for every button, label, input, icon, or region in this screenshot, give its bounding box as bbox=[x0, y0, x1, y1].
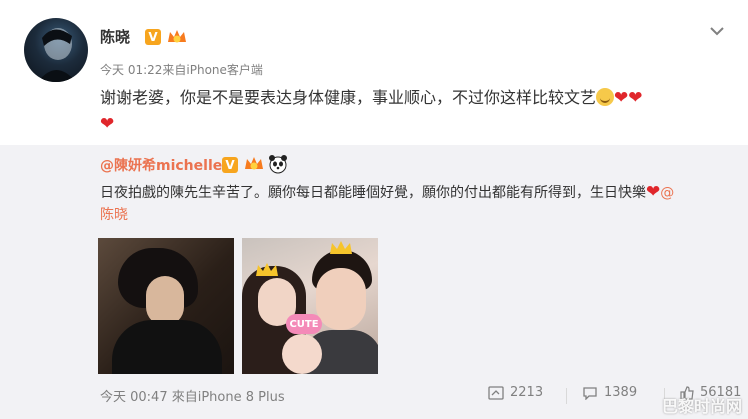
verified-v-icon: V bbox=[222, 157, 238, 173]
post-meta: 今天 01:22来自iPhone客户端 bbox=[100, 63, 263, 77]
repost-text: 日夜拍戲的陳先生辛苦了。願你每日都能睡個好覺，願你的付出都能有所得到，生日快樂❤… bbox=[100, 181, 730, 226]
heart-emoji-icon: ❤ bbox=[628, 88, 643, 108]
heart-emoji-icon: ❤ bbox=[614, 88, 629, 108]
comment-button[interactable]: 1389 bbox=[582, 385, 637, 400]
mention-at[interactable]: @ bbox=[660, 185, 674, 201]
watermark: 巴黎时尚网 bbox=[661, 397, 742, 416]
vip-crown-icon[interactable] bbox=[166, 28, 188, 46]
repost-text-body: 日夜拍戲的陳先生辛苦了。願你每日都能睡個好覺，願你的付出都能有所得到，生日快樂 bbox=[100, 185, 646, 201]
cute-sticker: CUTE bbox=[286, 314, 322, 334]
crown-sticker-icon bbox=[330, 241, 352, 254]
mention-link[interactable]: 陈晓 bbox=[100, 207, 128, 223]
verified-v-icon: V bbox=[145, 29, 161, 45]
repost-author[interactable]: @陳妍希michelle bbox=[100, 155, 222, 175]
vip-crown-icon[interactable] bbox=[243, 155, 265, 173]
comment-icon bbox=[583, 386, 597, 400]
heart-emoji-icon: ❤ bbox=[100, 114, 115, 134]
comment-count: 1389 bbox=[604, 385, 638, 400]
repost-meta: 今天 00:47 來自iPhone 8 Plus bbox=[100, 390, 285, 405]
chevron-down-icon[interactable] bbox=[708, 22, 726, 40]
smile-emoji-icon bbox=[596, 88, 615, 106]
repost-photo-1[interactable] bbox=[98, 238, 234, 374]
post-text-body: 谢谢老婆，你是不是要表达身体健康，事业顺心，不过你这样比较文艺 bbox=[100, 88, 597, 107]
repost-box: @陳妍希michelle V 日夜拍戲的陳先生辛苦了。願你每日都能睡個好覺，願你… bbox=[0, 145, 748, 419]
repost-photo-2[interactable]: CUTE bbox=[242, 238, 378, 374]
heart-emoji-icon: ❤ bbox=[646, 182, 661, 202]
action-divider bbox=[566, 388, 567, 404]
panda-icon bbox=[269, 155, 287, 174]
post-avatar[interactable] bbox=[24, 18, 88, 82]
post-username[interactable]: 陈晓 bbox=[100, 26, 130, 47]
forward-icon bbox=[488, 385, 504, 400]
post-text: 谢谢老婆，你是不是要表达身体健康，事业顺心，不过你这样比较文艺 ❤❤ ❤ bbox=[100, 85, 720, 137]
forward-count: 2213 bbox=[510, 385, 544, 400]
crown-sticker-icon bbox=[256, 263, 278, 276]
forward-button[interactable]: 2213 bbox=[488, 385, 543, 400]
